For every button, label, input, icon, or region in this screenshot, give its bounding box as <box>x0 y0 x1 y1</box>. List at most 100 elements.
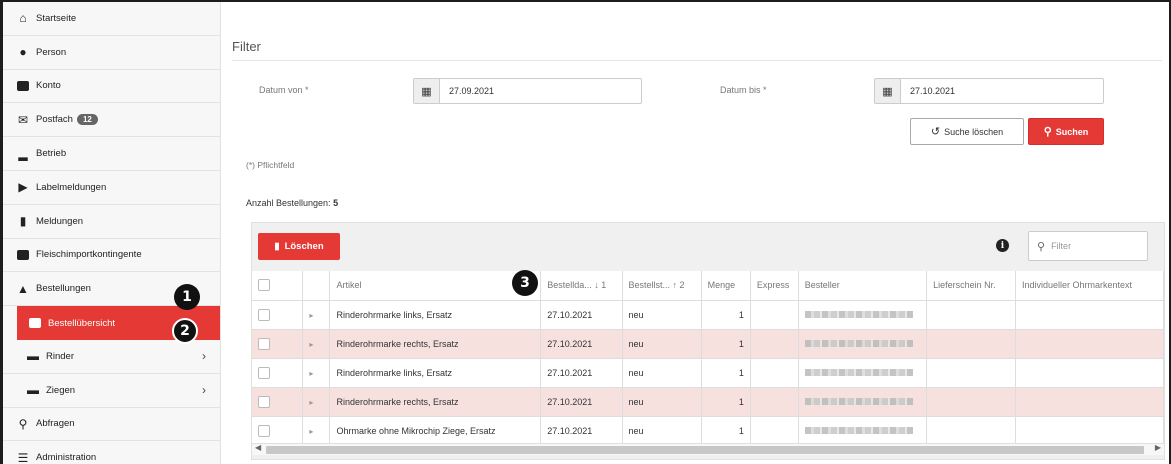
sidebar-item-label: Startseite <box>36 12 77 24</box>
required-field-note: (*) Pflichtfeld <box>246 160 295 170</box>
callout-marker-3: 3 <box>512 270 538 296</box>
cell-ohrmarkentext <box>1015 329 1165 359</box>
cell-bestelldatum: 27.10.2021 <box>540 329 623 359</box>
sidebar-item-label: Abfragen <box>36 418 75 430</box>
column-header-lieferschein[interactable]: Lieferschein Nr. <box>926 271 1016 301</box>
delete-label: Löschen <box>284 241 324 252</box>
cell-bestelldatum: 27.10.2021 <box>540 358 623 388</box>
order-count-label: Anzahl Bestellungen: <box>246 198 331 208</box>
cell-artikel: Rinderohrmarke links, Ersatz <box>329 358 542 388</box>
sidebar-item-postfach[interactable]: ✉ Postfach 12 <box>3 103 220 138</box>
table-row[interactable]: ▸ Rinderohrmarke rechts, Ersatz 27.10.20… <box>252 387 1165 417</box>
sidebar-item-rinder[interactable]: ▬ Rinder › <box>3 340 220 374</box>
scroll-left-icon[interactable]: ◀ <box>255 443 261 452</box>
sidebar-item-label: Bestellungen <box>36 283 91 295</box>
sidebar-item-label: Labelmeldungen <box>36 181 107 193</box>
sidebar-item-fleischimportkontingente[interactable]: Fleischimportkontingente <box>3 239 220 273</box>
cell-bestelldatum: 27.10.2021 <box>540 387 623 417</box>
delete-button[interactable]: ▮ Löschen <box>258 233 340 260</box>
column-header-ohrmarkentext[interactable]: Individueller Ohrmarkentext <box>1015 271 1165 301</box>
filter-title: Filter <box>232 39 261 54</box>
row-checkbox[interactable] <box>258 366 270 379</box>
cell-artikel: Ohrmarke ohne Mikrochip Ziege, Ersatz <box>329 416 542 446</box>
calendar-icon[interactable]: ▦ <box>875 79 901 103</box>
table-row[interactable]: ▸ Rinderohrmarke rechts, Ersatz 27.10.20… <box>252 329 1165 359</box>
search-button[interactable]: ⚲ Suchen <box>1028 118 1104 145</box>
admin-icon: ☰ <box>17 450 29 464</box>
row-checkbox[interactable] <box>258 308 270 321</box>
cell-besteller <box>798 358 928 388</box>
table-row[interactable]: ▸ Rinderohrmarke links, Ersatz 27.10.202… <box>252 300 1165 330</box>
date-from-field[interactable]: ▦ 27.09.2021 <box>413 78 642 104</box>
cell-lieferschein <box>926 416 1016 446</box>
sidebar-item-ziegen[interactable]: ▬ Ziegen › <box>3 374 220 408</box>
cell-express <box>750 329 799 359</box>
table-filter-placeholder: Filter <box>1051 241 1072 251</box>
expand-row-icon[interactable]: ▸ <box>309 398 313 407</box>
clear-search-button[interactable]: ↺ Suche löschen <box>910 118 1024 145</box>
cell-ohrmarkentext <box>1015 387 1165 417</box>
sidebar: ⌂ Startseite ● Person Konto ✉ Postfach 1… <box>3 2 221 464</box>
column-header-bestellstatus[interactable]: Bestellst... ↑ 2 <box>622 271 702 301</box>
select-all-checkbox[interactable] <box>258 279 270 292</box>
cell-artikel: Rinderohrmarke links, Ersatz <box>329 300 542 330</box>
table-filter-input[interactable]: ⚲ Filter <box>1028 231 1148 261</box>
cell-ohrmarkentext <box>1015 358 1165 388</box>
sidebar-item-meldungen[interactable]: ▮ Meldungen <box>3 205 220 239</box>
redacted-text <box>804 426 913 434</box>
expand-row-icon[interactable]: ▸ <box>309 427 313 436</box>
sidebar-item-person[interactable]: ● Person <box>3 36 220 70</box>
column-header-artikel[interactable]: Artikel <box>329 271 542 301</box>
search-icon: ⚲ <box>1043 126 1052 138</box>
calendar-icon[interactable]: ▦ <box>414 79 440 103</box>
sidebar-item-label: Ziegen <box>46 384 76 396</box>
chevron-right-icon: › <box>202 349 206 364</box>
sidebar-item-betrieb[interactable]: ▂ Betrieb <box>3 137 220 171</box>
expand-row-icon[interactable]: ▸ <box>309 369 313 378</box>
cell-ohrmarkentext <box>1015 300 1165 330</box>
sidebar-item-startseite[interactable]: ⌂ Startseite <box>3 2 220 36</box>
date-to-value[interactable]: 27.10.2021 <box>901 86 955 96</box>
date-from-value[interactable]: 27.09.2021 <box>440 86 494 96</box>
sidebar-item-label: Konto <box>36 80 61 92</box>
row-checkbox[interactable] <box>258 424 270 437</box>
id-card-icon <box>15 80 31 91</box>
column-header-bestelldatum[interactable]: Bestellda... ↓ 1 <box>540 271 623 301</box>
expand-row-icon[interactable]: ▸ <box>309 340 313 349</box>
orders-table: Artikel Bestellda... ↓ 1 Bestellst... ↑ … <box>252 271 1165 446</box>
callout-marker-1: 1 <box>174 284 200 310</box>
horizontal-scrollbar[interactable]: ◀ ▶ <box>252 443 1164 455</box>
cell-status: neu <box>622 300 702 330</box>
cell-artikel: Rinderohrmarke rechts, Ersatz <box>329 387 542 417</box>
cell-besteller <box>798 387 928 417</box>
cell-menge: 1 <box>701 300 751 330</box>
main-content: Filter Datum von * ▦ 27.09.2021 Datum bi… <box>222 2 1167 464</box>
select-all-header[interactable] <box>252 271 304 301</box>
date-to-label: Datum bis * <box>720 85 767 95</box>
row-checkbox[interactable] <box>258 395 270 408</box>
column-header-express[interactable]: Express <box>750 271 799 301</box>
row-checkbox[interactable] <box>258 337 270 350</box>
sidebar-item-konto[interactable]: Konto <box>3 70 220 104</box>
sidebar-item-label: Person <box>36 46 67 58</box>
sidebar-item-labelmeldungen[interactable]: ▶ Labelmeldungen <box>3 171 220 205</box>
date-to-field[interactable]: ▦ 27.10.2021 <box>874 78 1104 104</box>
cell-lieferschein <box>926 300 1016 330</box>
sidebar-item-administration[interactable]: ☰ Administration <box>3 441 220 464</box>
goat-icon: ▬ <box>27 383 39 398</box>
clear-search-label: Suche löschen <box>944 126 1004 137</box>
cell-besteller <box>798 416 928 446</box>
scroll-right-icon[interactable]: ▶ <box>1155 443 1161 452</box>
column-header-besteller[interactable]: Besteller <box>798 271 928 301</box>
column-header-menge[interactable]: Menge <box>701 271 751 301</box>
expand-row-icon[interactable]: ▸ <box>309 311 313 320</box>
cell-lieferschein <box>926 329 1016 359</box>
scrollbar-thumb[interactable] <box>266 446 1144 454</box>
table-row[interactable]: ▸ Ohrmarke ohne Mikrochip Ziege, Ersatz … <box>252 416 1165 446</box>
chevron-right-icon: › <box>202 383 206 398</box>
sidebar-item-abfragen[interactable]: ⚲ Abfragen <box>3 408 220 442</box>
table-row[interactable]: ▸ Rinderohrmarke links, Ersatz 27.10.202… <box>252 358 1165 388</box>
cell-lieferschein <box>926 387 1016 417</box>
trash-icon: ▮ <box>274 241 280 252</box>
info-icon[interactable]: i <box>996 239 1009 252</box>
